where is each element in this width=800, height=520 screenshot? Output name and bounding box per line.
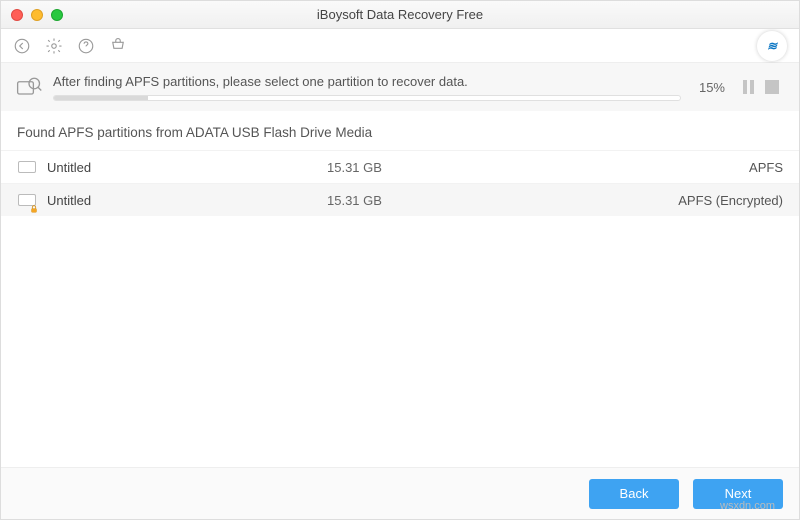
back-arrow-icon[interactable]	[13, 37, 31, 55]
partition-name: Untitled	[47, 193, 327, 208]
scan-status: After finding APFS partitions, please se…	[53, 74, 681, 101]
search-drive-icon	[15, 73, 43, 101]
partition-size: 15.31 GB	[327, 193, 678, 208]
pause-button[interactable]	[743, 80, 757, 94]
toolbar: ≋	[1, 29, 799, 63]
footer: Back Next	[1, 467, 799, 519]
scan-panel: After finding APFS partitions, please se…	[1, 63, 799, 111]
partition-fs: APFS	[749, 160, 783, 175]
disk-icon	[17, 192, 37, 208]
titlebar: iBoysoft Data Recovery Free	[1, 1, 799, 29]
help-icon[interactable]	[77, 37, 95, 55]
partition-row[interactable]: Untitled 15.31 GB APFS (Encrypted)	[1, 183, 799, 216]
back-button[interactable]: Back	[589, 479, 679, 509]
progress-fill	[54, 96, 148, 100]
progress-bar	[53, 95, 681, 101]
brand-text: ≋	[767, 39, 777, 53]
partition-fs: APFS (Encrypted)	[678, 193, 783, 208]
app-window: iBoysoft Data Recovery Free ≋ After find…	[0, 0, 800, 520]
scan-message: After finding APFS partitions, please se…	[53, 74, 681, 89]
results-heading: Found APFS partitions from ADATA USB Fla…	[1, 111, 799, 150]
stop-button[interactable]	[765, 80, 779, 94]
partition-size: 15.31 GB	[327, 160, 749, 175]
watermark: wsxdn.com	[720, 500, 775, 512]
progress-percent: 15%	[699, 80, 725, 95]
brand-logo: ≋	[757, 31, 787, 61]
disk-icon	[17, 159, 37, 175]
partition-name: Untitled	[47, 160, 327, 175]
partition-list: Untitled 15.31 GB APFS Untitled 15.31 GB…	[1, 150, 799, 216]
gear-icon[interactable]	[45, 37, 63, 55]
lock-icon	[29, 202, 39, 212]
window-title: iBoysoft Data Recovery Free	[1, 7, 799, 22]
partition-row[interactable]: Untitled 15.31 GB APFS	[1, 150, 799, 183]
cart-icon[interactable]	[109, 37, 127, 55]
scan-controls	[743, 80, 779, 94]
